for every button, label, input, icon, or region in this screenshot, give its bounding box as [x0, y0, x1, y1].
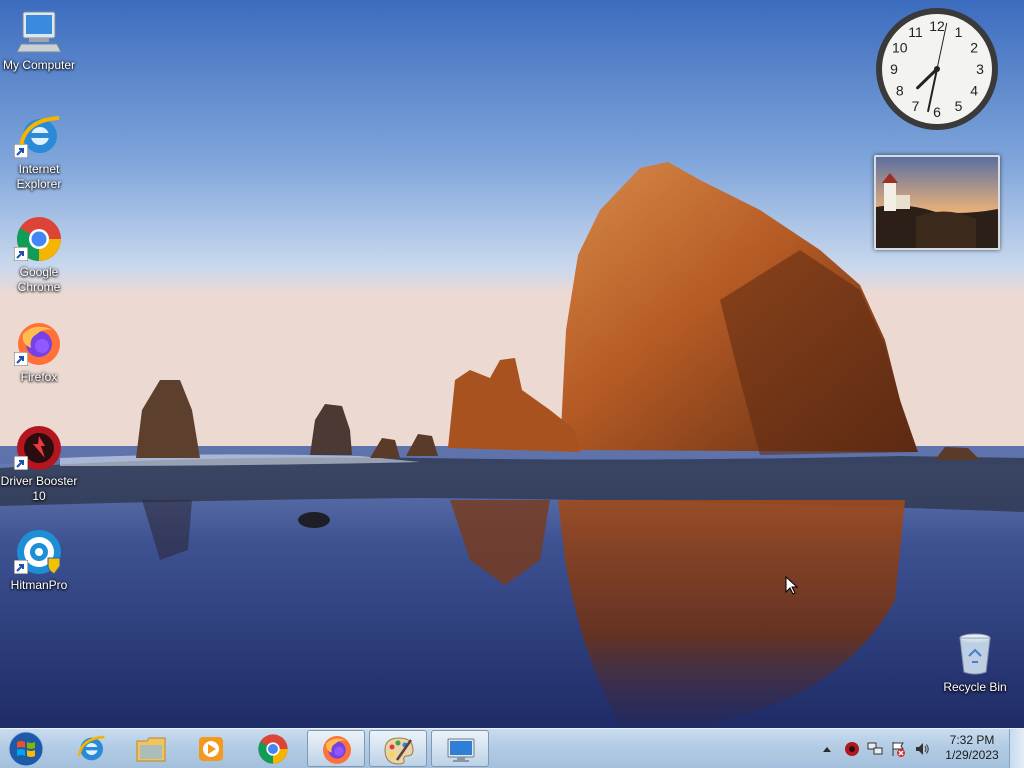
- desktop-icon-driver-booster[interactable]: Driver Booster 10: [0, 424, 78, 504]
- driver-booster-tray-icon[interactable]: [844, 741, 860, 757]
- clock-number: 9: [890, 61, 898, 77]
- desktop-icon-label: Recycle Bin: [943, 680, 1007, 694]
- taskbar-remote-desktop[interactable]: [431, 730, 489, 767]
- shortcut-arrow-icon: [14, 456, 28, 470]
- recycle-bin-icon: [959, 633, 991, 675]
- desktop-icon-label: HitmanPro: [10, 578, 68, 592]
- clock-number: 2: [970, 40, 978, 56]
- clock-number: 12: [929, 18, 945, 34]
- desktop-icon-label: Internet Explorer: [16, 162, 62, 191]
- desktop-icon-recycle-bin[interactable]: Recycle Bin: [936, 630, 1014, 695]
- slideshow-gadget[interactable]: [874, 155, 1000, 250]
- show-desktop-button[interactable]: [1009, 729, 1024, 768]
- taskbar-time: 7:32 PM: [949, 733, 995, 747]
- desktop-icon-label: My Computer: [2, 58, 76, 72]
- system-tray: 7:32 PM 1/29/2023: [816, 729, 1024, 768]
- clock-number: 8: [896, 83, 904, 99]
- clock-number: 10: [892, 40, 908, 56]
- volume-icon[interactable]: [914, 741, 930, 757]
- internet-explorer-icon: [77, 735, 105, 761]
- desktop-icon-hitmanpro[interactable]: HitmanPro: [0, 528, 78, 593]
- taskbar-internet-explorer[interactable]: [62, 730, 120, 767]
- windows-start-icon: [8, 731, 44, 767]
- network-icon[interactable]: [867, 741, 883, 757]
- clock-number: 3: [976, 61, 984, 77]
- clock-number: 7: [912, 98, 920, 114]
- desktop-icon-google-chrome[interactable]: Google Chrome: [0, 215, 78, 295]
- clock-number: 6: [933, 104, 941, 120]
- shortcut-arrow-icon: [14, 247, 28, 261]
- taskbar-chrome[interactable]: [244, 730, 302, 767]
- lighthouse-photo: [876, 157, 998, 248]
- taskbar: 7:32 PM 1/29/2023: [0, 728, 1024, 768]
- desktop-icon-my-computer[interactable]: My Computer: [0, 8, 78, 73]
- taskbar-paint[interactable]: [369, 730, 427, 767]
- chrome-icon: [258, 734, 288, 764]
- paint-palette-icon: [384, 737, 414, 765]
- desktop-icon-label: Driver Booster 10: [0, 474, 78, 503]
- shortcut-arrow-icon: [14, 352, 28, 366]
- media-player-icon: [199, 737, 223, 761]
- taskbar-clock[interactable]: 7:32 PM 1/29/2023: [934, 733, 1010, 763]
- clock-number: 5: [955, 98, 963, 114]
- taskbar-file-explorer[interactable]: [122, 730, 180, 767]
- desktop-icon-internet-explorer[interactable]: Internet Explorer: [0, 112, 78, 192]
- desktop-icon-firefox[interactable]: Firefox: [0, 320, 78, 385]
- desktop-wallpaper: [0, 0, 1024, 728]
- clock-number: 1: [955, 24, 963, 40]
- action-center-icon[interactable]: [890, 741, 906, 757]
- clock-gadget[interactable]: 1234567891011 12: [874, 6, 1000, 132]
- firefox-icon: [323, 736, 351, 764]
- start-button[interactable]: [6, 730, 46, 768]
- shortcut-arrow-icon: [14, 144, 28, 158]
- shortcut-arrow-icon: [14, 560, 28, 574]
- taskbar-media-player[interactable]: [182, 730, 240, 767]
- mouse-cursor-icon: [785, 576, 799, 595]
- taskbar-firefox[interactable]: [307, 730, 365, 767]
- clock-number: 11: [908, 24, 923, 40]
- desktop-icon-label: Google Chrome: [17, 265, 61, 294]
- desktop-icon-label: Firefox: [20, 370, 58, 384]
- clock-number: 4: [970, 83, 978, 99]
- computer-icon: [16, 11, 62, 53]
- taskbar-date: 1/29/2023: [945, 748, 999, 762]
- show-hidden-icon[interactable]: [822, 745, 832, 753]
- remote-desktop-icon: [447, 738, 475, 762]
- folder-icon: [136, 737, 166, 762]
